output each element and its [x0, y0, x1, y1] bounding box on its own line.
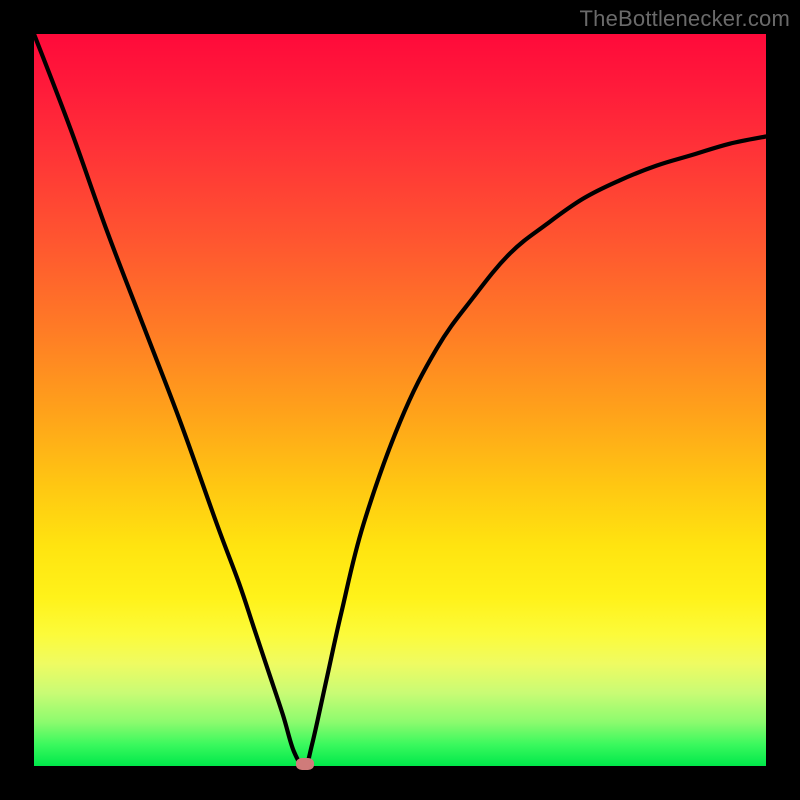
optimal-point-marker — [296, 758, 314, 770]
bottleneck-curve — [34, 34, 766, 766]
chart-frame: TheBottlenecker.com — [0, 0, 800, 800]
plot-area — [34, 34, 766, 766]
watermark-text: TheBottlenecker.com — [580, 6, 790, 32]
